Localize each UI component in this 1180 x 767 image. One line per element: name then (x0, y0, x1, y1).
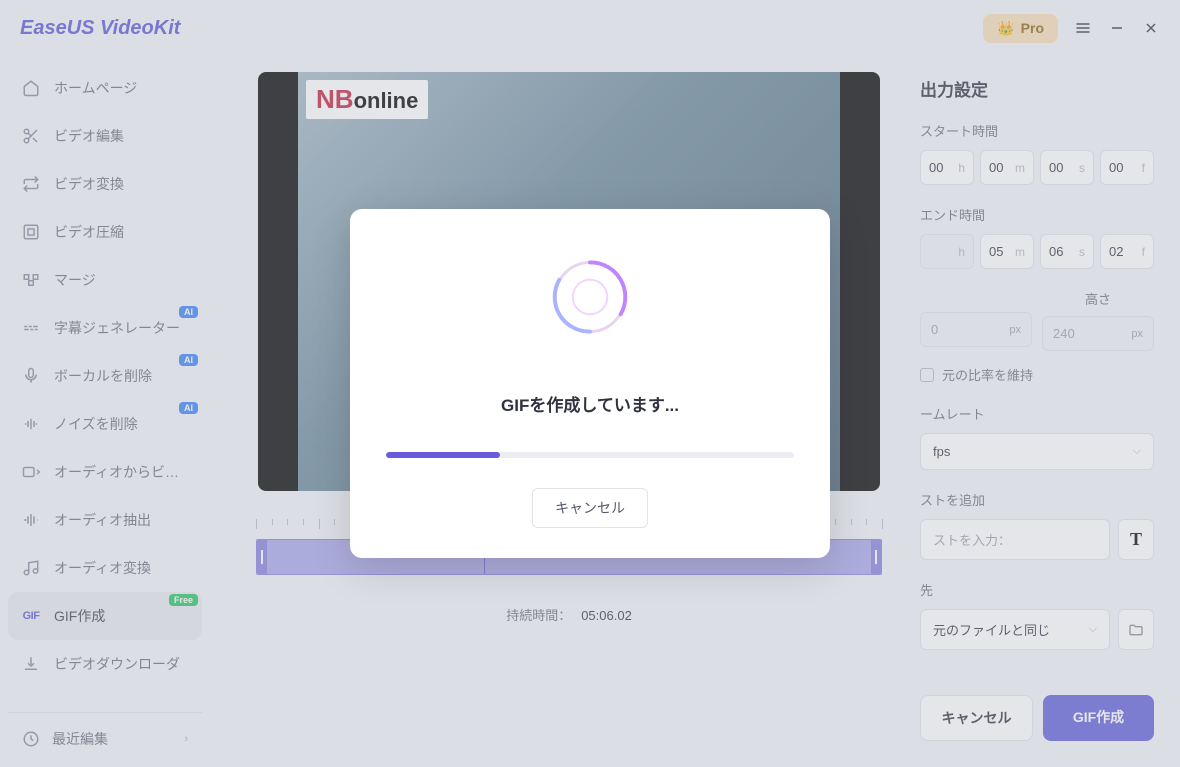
modal-message: GIFを作成しています... (386, 391, 794, 416)
progress-bar (386, 452, 794, 458)
spinner-icon (542, 249, 638, 345)
modal-cancel-button[interactable]: キャンセル (532, 488, 648, 528)
progress-fill (386, 452, 500, 458)
progress-modal: GIFを作成しています... キャンセル (350, 209, 830, 558)
modal-overlay: GIFを作成しています... キャンセル (0, 0, 1180, 767)
